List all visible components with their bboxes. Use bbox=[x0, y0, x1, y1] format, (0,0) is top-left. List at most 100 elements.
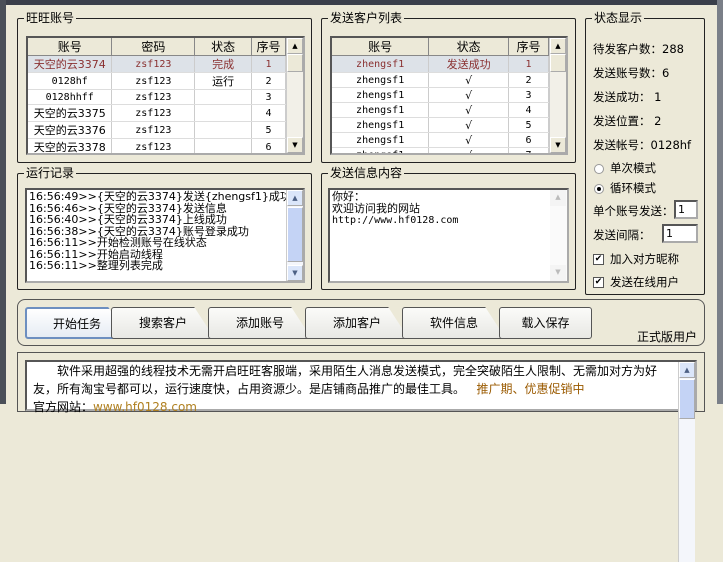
col-status[interactable]: 状态 bbox=[428, 38, 510, 56]
password-cell: zsf123 bbox=[111, 138, 196, 153]
status-title: 状态显示 bbox=[592, 11, 645, 25]
table-row[interactable]: 0128hhff zsf123 3 bbox=[28, 89, 286, 105]
checkbox-checked-icon: ✔ bbox=[593, 277, 604, 288]
table-row[interactable]: 天空的云3374 zsf123 完成 1 bbox=[28, 55, 286, 73]
accounts-title: 旺旺账号 bbox=[24, 11, 77, 25]
table-row[interactable]: 天空的云3376 zsf123 5 bbox=[28, 121, 286, 139]
index-cell: 6 bbox=[251, 138, 286, 153]
search-customers-button[interactable]: 搜索客户 bbox=[111, 307, 215, 339]
add-account-button[interactable]: 添加账号 bbox=[208, 307, 312, 339]
software-info-button[interactable]: 软件信息 bbox=[402, 307, 506, 339]
scroll-thumb[interactable] bbox=[287, 207, 303, 262]
window-left-border bbox=[0, 0, 6, 404]
send-online-checkbox[interactable]: ✔ 发送在线用户 bbox=[593, 274, 679, 290]
mode-loop-radio[interactable]: 循环模式 bbox=[594, 180, 656, 196]
table-row[interactable]: zhengsf1 发送成功 1 bbox=[332, 55, 549, 73]
col-index[interactable]: 序号 bbox=[251, 38, 286, 56]
message-textarea[interactable]: 你好： 欢迎访问我的网站 http://www.hf0128.com ▲ ▼ bbox=[328, 188, 569, 283]
table-row[interactable]: zhengsf1 √ 7 bbox=[332, 147, 549, 153]
status-cell: 运行 bbox=[194, 72, 253, 90]
col-password[interactable]: 密码 bbox=[111, 38, 196, 56]
message-scrollbar[interactable]: ▲ ▼ bbox=[550, 190, 567, 281]
index-cell: 1 bbox=[251, 55, 286, 73]
scroll-up-icon[interactable]: ▲ bbox=[287, 38, 303, 54]
status-cell bbox=[194, 121, 253, 139]
customers-scrollbar[interactable]: ▲ ▼ bbox=[549, 38, 566, 153]
customers-title: 发送客户列表 bbox=[328, 11, 405, 25]
account-cell: zhengsf1 bbox=[332, 102, 430, 118]
interval-input[interactable]: 1 bbox=[662, 224, 698, 243]
message-line: http://www.hf0128.com bbox=[332, 215, 459, 226]
password-cell: zsf123 bbox=[111, 72, 196, 90]
account-cell: 天空的云3375 bbox=[28, 104, 113, 122]
table-row[interactable]: zhengsf1 √ 2 bbox=[332, 72, 549, 88]
message-line: 欢迎访问我的网站 bbox=[332, 202, 420, 215]
scroll-thumb[interactable] bbox=[550, 54, 566, 72]
log-title: 运行记录 bbox=[24, 166, 77, 180]
table-row[interactable]: zhengsf1 √ 3 bbox=[332, 87, 549, 103]
checkbox-checked-icon: ✔ bbox=[593, 254, 604, 265]
log-textarea[interactable]: 16:56:49>>{天空的云3374}发送{zhengsf1}成功 16:56:… bbox=[25, 188, 305, 283]
accounts-list[interactable]: 账号 密码 状态 序号 天空的云3374 zsf123 完成 1 0128hf zsf12… bbox=[26, 36, 305, 155]
col-status[interactable]: 状态 bbox=[194, 38, 253, 56]
table-row[interactable]: zhengsf1 √ 6 bbox=[332, 132, 549, 148]
log-line: 16:56:49>>{天空的云3374}发送{zhengsf1}成功 bbox=[29, 190, 291, 203]
send-online-label: 发送在线用户 bbox=[610, 275, 679, 289]
per-account-input[interactable]: 1 bbox=[674, 200, 698, 219]
scroll-down-icon[interactable]: ▼ bbox=[287, 265, 303, 281]
index-cell: 6 bbox=[508, 132, 549, 148]
per-account-label: 单个账号发送： bbox=[593, 204, 674, 218]
status-cell: √ bbox=[428, 117, 510, 133]
scroll-up-icon[interactable]: ▲ bbox=[550, 190, 566, 206]
password-cell: zsf123 bbox=[111, 55, 196, 73]
account-cell: zhengsf1 bbox=[332, 147, 430, 153]
scroll-thumb[interactable] bbox=[679, 379, 695, 419]
log-scrollbar[interactable]: ▲ ▼ bbox=[286, 190, 303, 281]
add-nickname-label: 加入对方昵称 bbox=[610, 252, 679, 266]
status-cell bbox=[194, 138, 253, 153]
col-account[interactable]: 账号 bbox=[28, 38, 113, 56]
radio-icon bbox=[594, 163, 604, 174]
mode-single-label: 单次模式 bbox=[610, 161, 656, 175]
info-textbox[interactable]: 软件采用超强的线程技术无需开启旺旺客服端，采用陌生人消息发送模式，完全突破陌生人… bbox=[25, 360, 697, 562]
window-right-border bbox=[717, 0, 723, 404]
status-cell: 发送成功 bbox=[428, 55, 510, 73]
action-tab-bar: 开始任务 搜索客户 添加账号 添加客户 软件信息 载入保存 正式版用户 bbox=[17, 299, 705, 346]
status-cell bbox=[194, 104, 253, 122]
mode-loop-label: 循环模式 bbox=[610, 181, 656, 195]
site-link[interactable]: www.hf0128.com bbox=[93, 400, 197, 414]
scroll-down-icon[interactable]: ▼ bbox=[550, 265, 566, 281]
status-cell: √ bbox=[428, 132, 510, 148]
col-account[interactable]: 账号 bbox=[332, 38, 430, 56]
password-cell: zsf123 bbox=[111, 121, 196, 139]
scroll-up-icon[interactable]: ▲ bbox=[679, 362, 695, 378]
table-row[interactable]: 天空的云3375 zsf123 4 bbox=[28, 104, 286, 122]
index-cell: 3 bbox=[508, 87, 549, 103]
send-position: 发送位置： 2 bbox=[593, 114, 662, 128]
scroll-up-icon[interactable]: ▲ bbox=[550, 38, 566, 54]
col-index[interactable]: 序号 bbox=[508, 38, 549, 56]
status-group: 状态显示 待发客户数：288 发送账号数：6 发送成功： 1 发送位置： 2 发… bbox=[585, 11, 705, 295]
account-cell: zhengsf1 bbox=[332, 132, 430, 148]
load-save-button[interactable]: 载入保存 bbox=[499, 307, 592, 339]
scroll-thumb[interactable] bbox=[287, 54, 303, 72]
info-scrollbar[interactable]: ▲ bbox=[678, 362, 695, 562]
status-cell bbox=[194, 89, 253, 105]
account-count: 发送账号数：6 bbox=[593, 66, 670, 80]
site-label: 官方网站： bbox=[33, 400, 94, 414]
table-row[interactable]: 0128hf zsf123 运行 2 bbox=[28, 72, 286, 90]
scroll-down-icon[interactable]: ▼ bbox=[287, 137, 303, 153]
mode-single-radio[interactable]: 单次模式 bbox=[594, 160, 656, 176]
scroll-down-icon[interactable]: ▼ bbox=[550, 137, 566, 153]
accounts-scrollbar[interactable]: ▲ ▼ bbox=[286, 38, 303, 153]
customers-list[interactable]: 账号 状态 序号 zhengsf1 发送成功 1 zhengsf1 √ 2 zhengsf1… bbox=[330, 36, 568, 155]
add-customer-button[interactable]: 添加客户 bbox=[305, 307, 409, 339]
table-row[interactable]: 天空的云3378 zsf123 6 bbox=[28, 138, 286, 153]
scroll-up-icon[interactable]: ▲ bbox=[287, 190, 303, 206]
account-cell: zhengsf1 bbox=[332, 117, 430, 133]
index-cell: 4 bbox=[251, 104, 286, 122]
table-row[interactable]: zhengsf1 √ 5 bbox=[332, 117, 549, 133]
add-nickname-checkbox[interactable]: ✔ 加入对方昵称 bbox=[593, 251, 679, 267]
table-row[interactable]: zhengsf1 √ 4 bbox=[332, 102, 549, 118]
status-cell: √ bbox=[428, 102, 510, 118]
